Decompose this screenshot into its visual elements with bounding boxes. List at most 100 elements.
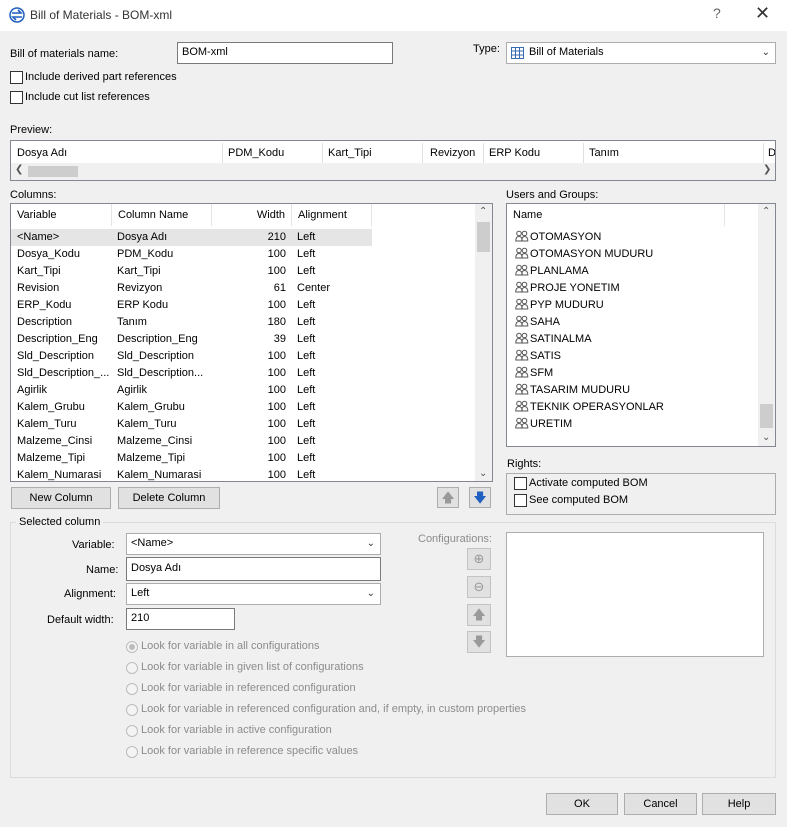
column-name-cell: Kart_Tipi [117, 265, 161, 277]
list-item[interactable]: PLANLAMA [507, 263, 747, 280]
column-header-column-name[interactable]: Column Name [112, 204, 212, 226]
type-select[interactable]: Bill of Materials ⌄ [506, 42, 776, 64]
variable-cell: Kart_Tipi [17, 265, 61, 277]
user-group-name: TASARIM MUDURU [530, 384, 631, 396]
table-row[interactable]: Description_Eng Description_Eng 39 Left [11, 331, 372, 348]
lookup-option-radio[interactable] [126, 683, 138, 695]
ok-button[interactable]: OK [546, 793, 618, 815]
table-row[interactable]: Kalem_Numarasi Kalem_Numarasi 100 Left [11, 467, 372, 481]
table-row[interactable]: Malzeme_Cinsi Malzeme_Cinsi 100 Left [11, 433, 372, 450]
cancel-button[interactable]: Cancel [624, 793, 697, 815]
variable-cell: Kalem_Numarasi [17, 469, 102, 481]
activate-computed-bom-checkbox[interactable] [514, 477, 527, 490]
list-item[interactable]: URETIM [507, 416, 747, 433]
new-column-button[interactable]: New Column [11, 487, 111, 509]
column-header-variable[interactable]: Variable [11, 204, 112, 226]
list-item[interactable]: SAHA [507, 314, 747, 331]
cutlist-references-checkbox[interactable] [10, 91, 23, 104]
list-item[interactable]: PROJE YONETIM [507, 280, 747, 297]
columns-table[interactable]: Variable Column Name Width Alignment <Na… [10, 203, 493, 482]
users-header-name[interactable]: Name [507, 204, 725, 226]
lookup-option-radio[interactable] [126, 662, 138, 674]
table-row[interactable]: Sld_Description Sld_Description 100 Left [11, 348, 372, 365]
column-name-cell: Sld_Description [117, 350, 195, 362]
scroll-thumb[interactable] [760, 404, 773, 428]
scroll-left-icon[interactable]: ❮ [15, 164, 23, 175]
scroll-down-icon[interactable]: ⌄ [479, 468, 487, 479]
bom-name-label: Bill of materials name: [10, 48, 119, 60]
width-cell: 100 [267, 435, 286, 447]
scroll-thumb[interactable] [477, 222, 490, 252]
preview-table: Dosya Adı PDM_Kodu Kart_Tipi Revizyon ER… [10, 140, 776, 181]
user-group-icon [515, 400, 529, 412]
list-item[interactable]: OTOMASYON MUDURU [507, 246, 747, 263]
help-button[interactable]: Help [702, 793, 776, 815]
lookup-option-label: Look for variable in referenced configur… [141, 703, 526, 715]
user-group-icon [515, 417, 529, 429]
user-group-icon [515, 315, 529, 327]
delete-column-button[interactable]: Delete Column [118, 487, 220, 509]
table-row[interactable]: Kalem_Grubu Kalem_Grubu 100 Left [11, 399, 372, 416]
lookup-option-radio[interactable] [126, 641, 138, 653]
users-vertical-scrollbar[interactable]: ⌃ ⌄ [758, 204, 775, 446]
table-row[interactable]: ERP_Kodu ERP Kodu 100 Left [11, 297, 372, 314]
lookup-option-radio[interactable] [126, 725, 138, 737]
variable-label: Variable: [72, 539, 115, 551]
user-group-icon [515, 247, 529, 259]
see-computed-bom-checkbox[interactable] [514, 494, 527, 507]
scroll-right-icon[interactable]: ❯ [763, 164, 771, 175]
columns-label: Columns: [10, 189, 57, 201]
alignment-cell: Left [297, 316, 316, 328]
lookup-option-radio[interactable] [126, 746, 138, 758]
columns-vertical-scrollbar[interactable]: ⌃ ⌄ [475, 204, 492, 481]
column-header-alignment[interactable]: Alignment [292, 204, 372, 226]
table-row[interactable]: Malzeme_Tipi Malzeme_Tipi 100 Left [11, 450, 372, 467]
move-down-arrow-icon[interactable]: 🡇 [469, 487, 491, 508]
add-configuration-icon[interactable]: ⊕ [467, 548, 491, 570]
column-header-width[interactable]: Width [212, 204, 292, 226]
table-row[interactable]: Agirlik Agirlik 100 Left [11, 382, 372, 399]
alignment-select[interactable]: Left ⌄ [126, 583, 381, 605]
table-row[interactable]: Kart_Tipi Kart_Tipi 100 Left [11, 263, 372, 280]
table-row[interactable]: Kalem_Turu Kalem_Turu 100 Left [11, 416, 372, 433]
width-cell: 100 [267, 469, 286, 481]
lookup-option-label: Look for variable in referenced configur… [141, 682, 356, 694]
lookup-option-radio[interactable] [126, 704, 138, 716]
name-input[interactable]: Dosya Adı [126, 557, 381, 581]
move-up-arrow-icon[interactable]: 🡅 [437, 487, 459, 508]
user-group-name: PROJE YONETIM [530, 282, 620, 294]
table-row[interactable]: Description Tanım 180 Left [11, 314, 372, 331]
table-row[interactable]: Sld_Description_... Sld_Description... 100… [11, 365, 372, 382]
config-move-down-icon[interactable]: 🡇 [467, 631, 491, 653]
remove-configuration-icon[interactable]: ⊖ [467, 576, 491, 598]
scroll-up-icon[interactable]: ⌃ [762, 206, 770, 217]
scroll-up-icon[interactable]: ⌃ [479, 206, 487, 217]
list-item[interactable]: SFM [507, 365, 747, 382]
help-title-button[interactable]: ? [713, 5, 721, 21]
variable-select[interactable]: <Name> ⌄ [126, 533, 381, 555]
configurations-list[interactable] [506, 532, 764, 657]
preview-header: ERP Kodu [489, 147, 541, 159]
scroll-down-icon[interactable]: ⌄ [762, 432, 770, 443]
list-item[interactable]: SATIS [507, 348, 747, 365]
bom-name-input[interactable]: BOM-xml [177, 42, 393, 64]
close-icon[interactable]: ✕ [755, 3, 770, 24]
scroll-thumb[interactable] [28, 166, 78, 177]
variable-cell: Agirlik [17, 384, 47, 396]
table-row[interactable]: Dosya_Kodu PDM_Kodu 100 Left [11, 246, 372, 263]
list-item[interactable]: TEKNIK OPERASYONLAR [507, 399, 747, 416]
preview-horizontal-scrollbar[interactable]: ❮ ❯ [11, 163, 775, 180]
list-item[interactable]: TASARIM MUDURU [507, 382, 747, 399]
width-cell: 100 [267, 248, 286, 260]
list-item[interactable]: SATINALMA [507, 331, 747, 348]
list-item[interactable]: OTOMASYON [507, 229, 747, 246]
table-row[interactable]: <Name> Dosya Adı 210 Left [11, 229, 372, 246]
config-move-up-icon[interactable]: 🡅 [467, 604, 491, 626]
users-groups-list[interactable]: Name OTOMASYON OTOMASYON MUDURU PLANLAMA PR… [506, 203, 776, 447]
default-width-input[interactable]: 210 [126, 608, 235, 630]
table-row[interactable]: Revision Revizyon 61 Center [11, 280, 372, 297]
alignment-cell: Left [297, 367, 316, 379]
list-item[interactable]: PYP MUDURU [507, 297, 747, 314]
variable-cell: Kalem_Turu [17, 418, 77, 430]
derived-references-checkbox[interactable] [10, 71, 23, 84]
